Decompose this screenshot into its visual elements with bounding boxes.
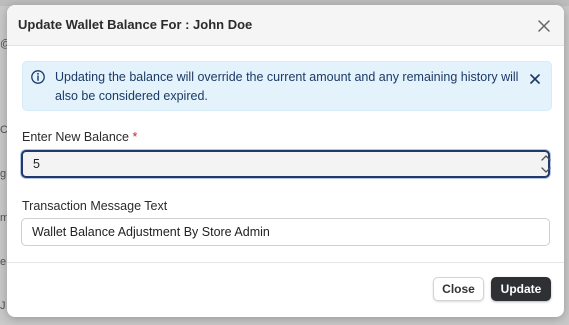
update-wallet-modal: Update Wallet Balance For : John Doe Upd… [7, 5, 564, 317]
message-label: Transaction Message Text [22, 199, 168, 213]
close-icon[interactable] [527, 70, 543, 86]
close-button[interactable]: Close [433, 277, 484, 301]
balance-label-text: Enter New Balance [22, 130, 130, 144]
info-icon [30, 69, 46, 85]
required-mark: * [132, 130, 138, 144]
chevron-up-down-icon[interactable] [539, 152, 553, 176]
background-text: g [0, 168, 7, 180]
update-button[interactable]: Update [491, 277, 551, 301]
close-icon[interactable] [534, 15, 554, 35]
modal-title: Update Wallet Balance For : John Doe [18, 17, 253, 32]
info-alert: Updating the balance will override the c… [22, 61, 552, 111]
alert-message: Updating the balance will override the c… [55, 70, 519, 103]
background-text: J [0, 300, 6, 312]
footer-divider [7, 262, 564, 263]
new-balance-input[interactable] [21, 150, 550, 178]
background-text: e [0, 256, 7, 268]
balance-label: Enter New Balance * [22, 130, 137, 144]
modal-header: Update Wallet Balance For : John Doe [7, 5, 564, 46]
transaction-message-input[interactable] [21, 218, 550, 246]
